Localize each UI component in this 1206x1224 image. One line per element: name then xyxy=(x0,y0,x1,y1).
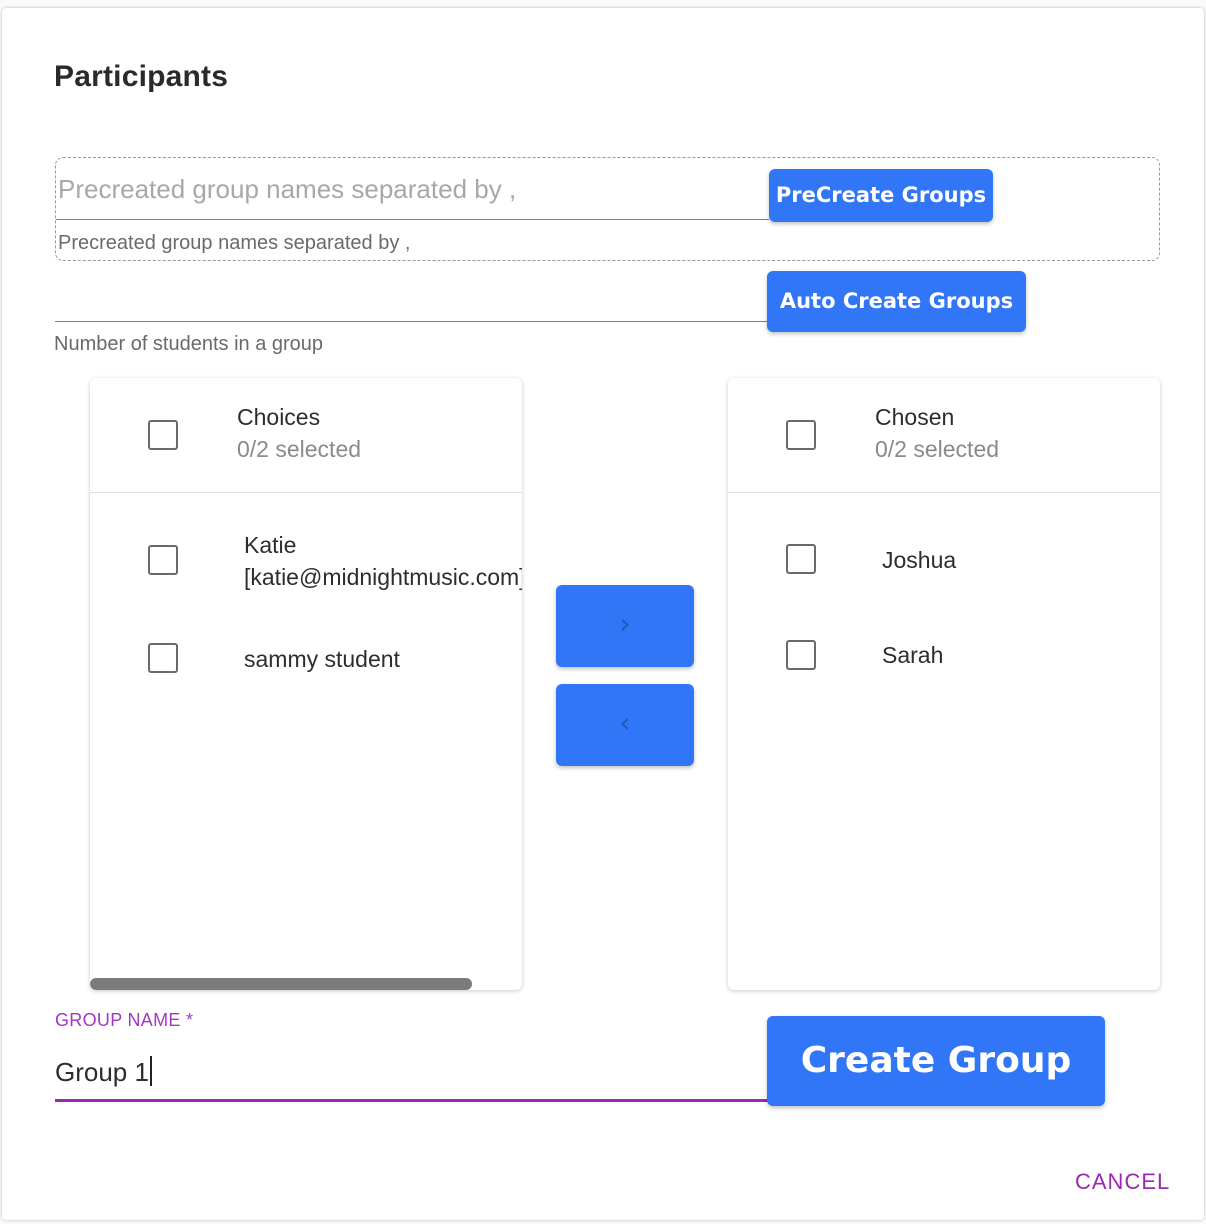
precreate-groups-button[interactable]: PreCreate Groups xyxy=(769,169,993,222)
item-label: Sarah xyxy=(882,642,944,668)
dialog-title: Participants xyxy=(54,60,229,93)
move-right-button[interactable]: › xyxy=(556,585,694,667)
chosen-selected-count: 0/2 selected xyxy=(875,436,1000,462)
item-checkbox[interactable] xyxy=(148,643,178,673)
item-checkbox[interactable] xyxy=(148,545,178,575)
text-cursor xyxy=(149,1056,152,1086)
auto-create-groups-button[interactable]: Auto Create Groups xyxy=(767,271,1026,332)
choices-selected-count: 0/2 selected xyxy=(237,436,362,462)
chosen-select-all-checkbox[interactable] xyxy=(786,420,816,450)
item-label: Katie xyxy=(244,532,297,558)
chevron-left-icon: ‹ xyxy=(619,706,631,739)
choices-list: Choices 0/2 selected Katie [katie@midnig… xyxy=(90,378,522,990)
precreate-placeholder: Precreated group names separated by , xyxy=(58,174,517,204)
item-email: [katie@midnightmusic.com] xyxy=(244,564,522,590)
create-group-button[interactable]: Create Group xyxy=(767,1016,1105,1106)
group-name-value: Group 1 xyxy=(55,1057,149,1087)
cancel-button[interactable]: CANCEL xyxy=(1075,1169,1170,1195)
choices-select-all-checkbox[interactable] xyxy=(148,420,178,450)
choices-header: Choices 0/2 selected xyxy=(90,378,522,493)
item-checkbox[interactable] xyxy=(786,544,816,574)
chosen-title: Chosen xyxy=(875,404,955,430)
precreate-helper-text: Precreated group names separated by , xyxy=(58,232,411,254)
group-name-label: GROUP NAME * xyxy=(55,1010,194,1030)
chevron-right-icon: › xyxy=(619,607,631,640)
students-per-group-input[interactable] xyxy=(55,270,769,322)
horizontal-scrollbar[interactable] xyxy=(90,978,472,990)
chosen-header: Chosen 0/2 selected xyxy=(728,378,1160,493)
chosen-list: Chosen 0/2 selected Joshua Sarah xyxy=(728,378,1160,990)
item-label: sammy student xyxy=(244,646,400,672)
precreate-section: Precreated group names separated by , Pr… xyxy=(55,157,1160,261)
move-left-button[interactable]: ‹ xyxy=(556,684,694,766)
participants-dialog: Participants Precreated group names sepa… xyxy=(2,8,1204,1220)
item-checkbox[interactable] xyxy=(786,640,816,670)
precreate-input[interactable]: Precreated group names separated by , xyxy=(56,158,769,220)
item-label: Joshua xyxy=(882,547,957,573)
group-name-input[interactable]: Group 1 xyxy=(55,1043,769,1102)
students-per-group-helper: Number of students in a group xyxy=(54,333,324,355)
choices-title: Choices xyxy=(237,404,321,430)
